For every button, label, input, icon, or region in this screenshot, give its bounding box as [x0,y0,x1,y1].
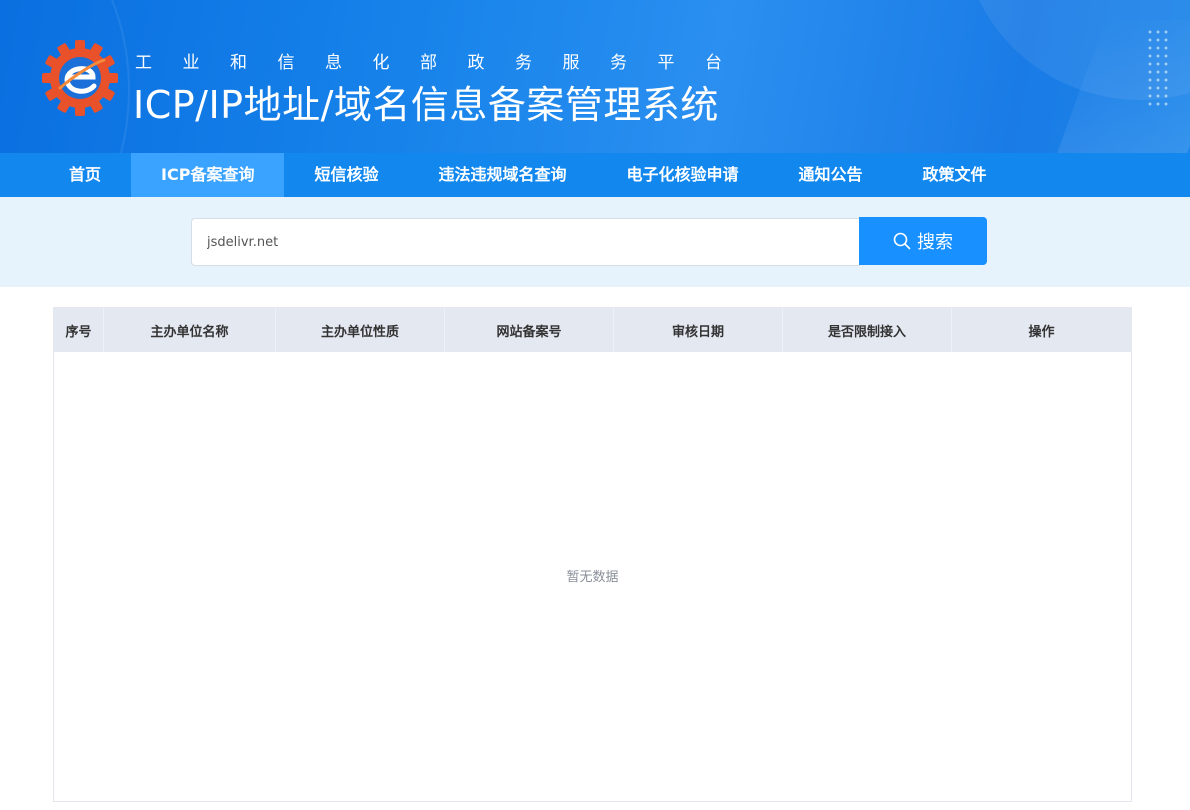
empty-state-text: 暂无数据 [566,570,619,585]
column-header-unit-name[interactable]: 主办单位名称 [104,308,276,352]
results-table: 序号 主办单位名称 主办单位性质 网站备案号 审核日期 是否限制接入 操作 暂无… [53,307,1132,802]
main-nav: 首页 ICP备案查询 短信核验 违法违规域名查询 电子化核验申请 通知公告 政策… [0,153,1190,197]
column-header-actions[interactable]: 操作 [952,308,1131,352]
column-header-unit-type[interactable]: 主办单位性质 [276,308,445,352]
system-title: ICP/IP地址/域名信息备案管理系统 [133,83,719,127]
column-header-audit-date[interactable]: 审核日期 [614,308,783,352]
nav-item-home[interactable]: 首页 [39,153,131,197]
search-button-label: 搜索 [917,232,953,253]
nav-item-illegal-domain[interactable]: 违法违规域名查询 [408,153,596,197]
column-header-index[interactable]: 序号 [54,308,104,352]
nav-item-icp-query[interactable]: ICP备案查询 [131,153,285,197]
miit-logo-icon [42,40,118,116]
nav-item-notices[interactable]: 通知公告 [769,153,893,197]
nav-item-sms-verify[interactable]: 短信核验 [284,153,408,197]
platform-subtitle: 工业和信息化部政务服务平台 [135,53,753,73]
search-input[interactable] [191,218,860,266]
search-icon [893,232,911,250]
column-header-record-number[interactable]: 网站备案号 [445,308,614,352]
nav-item-policy[interactable]: 政策文件 [893,153,1017,197]
site-header: 工业和信息化部政务服务平台 ICP/IP地址/域名信息备案管理系统 [0,0,1190,153]
search-bar: 搜索 [0,197,1190,287]
table-header: 序号 主办单位名称 主办单位性质 网站备案号 审核日期 是否限制接入 操作 [54,308,1131,352]
column-header-access-restricted[interactable]: 是否限制接入 [783,308,952,352]
search-button[interactable]: 搜索 [859,217,987,265]
nav-item-e-verify-apply[interactable]: 电子化核验申请 [596,153,768,197]
